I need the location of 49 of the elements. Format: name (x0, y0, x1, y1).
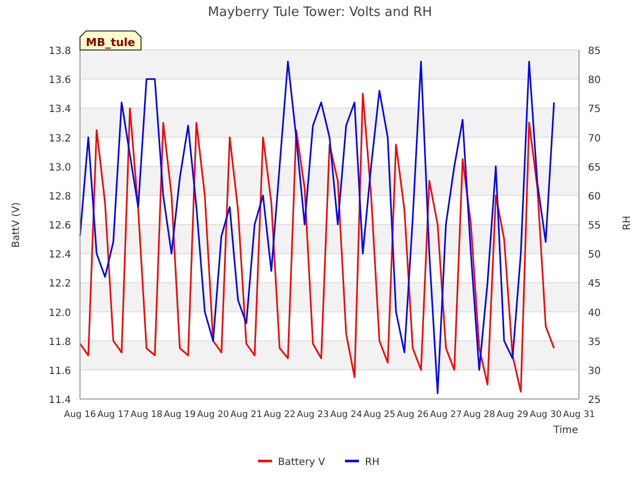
axis-tick-label: Aug 27 (430, 410, 462, 420)
axis-tick-label: 13.8 (48, 46, 71, 57)
axis-tick-label: Aug 24 (330, 410, 362, 420)
axis-tick-label: 70 (588, 133, 601, 144)
axis-tick-label: 55 (588, 220, 601, 232)
axis-tick-label: 12.6 (48, 220, 71, 232)
axis-tick-label: 12.4 (48, 250, 71, 261)
axis-tick-label: 13.6 (48, 75, 71, 86)
tag-label: MB_tule (80, 30, 142, 50)
axis-tick-label: 50 (588, 250, 601, 261)
axis-tick-label: 45 (588, 278, 601, 290)
axis-tick-label: Aug 21 (230, 410, 262, 420)
axis-tick-label: Aug 28 (463, 410, 496, 420)
axis-title: RH (622, 216, 633, 230)
axis-tick-label: 85 (588, 46, 601, 57)
axis-tick-label: Aug 25 (363, 410, 396, 420)
legend-label: Battery V (278, 457, 326, 468)
axis-tick-label: 12.8 (48, 191, 71, 202)
axis-tick-label: 75 (588, 104, 601, 116)
axis-tick-label: 12.2 (48, 278, 71, 290)
axis-tick-label: 13.4 (48, 104, 71, 116)
axis-tick-label: Aug 20 (197, 410, 229, 420)
axis-tick-label: 65 (588, 162, 601, 174)
axis-tick-label: 40 (588, 308, 601, 319)
axis-tick-label: Aug 19 (164, 410, 196, 420)
axis-tick-label: 13.2 (48, 133, 71, 144)
axis-tick-label: Aug 31 (563, 410, 595, 420)
axis-tick-label: 25 (588, 395, 601, 406)
axis-tick-label: Aug 30 (530, 410, 562, 420)
legend-label: RH (365, 457, 380, 468)
axis-tick-label: Aug 22 (264, 410, 296, 420)
chart-title: Mayberry Tule Tower: Volts and RH (208, 5, 432, 20)
axis-tick-label: 11.6 (48, 366, 71, 377)
axis-tick-label: 12.0 (48, 308, 71, 319)
axis-tick-label: Aug 18 (130, 410, 162, 420)
axis-title: Time (554, 425, 578, 436)
axis-tick-label: 13.0 (48, 162, 71, 174)
axis-title: BattV (V) (11, 202, 22, 248)
axis-tick-label: 11.8 (48, 336, 71, 348)
axis-tick-label: Aug 26 (396, 410, 429, 420)
axis-tick-label: Aug 23 (296, 410, 329, 420)
axis-tick-label: Aug 16 (64, 410, 96, 420)
axis-tick-label: 60 (588, 191, 601, 202)
axis-tick-label: 35 (588, 336, 601, 348)
axis-tick-label: Aug 29 (496, 410, 528, 420)
axis-tick-label: 80 (588, 75, 601, 86)
axis-tick-label: Aug 17 (97, 410, 130, 420)
axis-tick-label: 30 (588, 366, 601, 377)
axis-tick-label: 11.4 (48, 395, 71, 406)
